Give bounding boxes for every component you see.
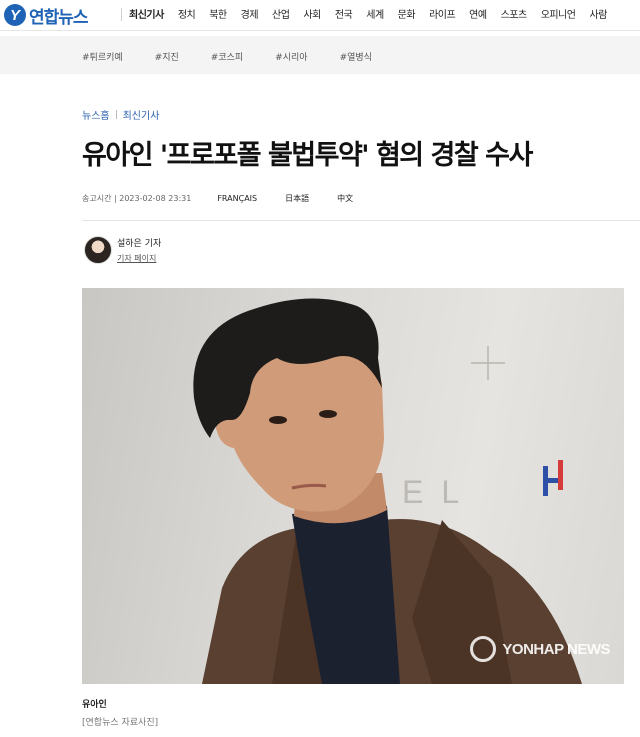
yonhap-watermark-icon [470,636,497,662]
author-avatar[interactable] [84,236,112,264]
watermark-text: YONHAP NEWS [502,640,610,658]
portrait-illustration: EL [193,298,582,684]
sparkle-icon [471,346,505,380]
article-photo: EL YONHAP NEWS [82,288,624,684]
sent-time: 2023-02-08 23:31 [119,194,192,203]
breadcrumb-latest[interactable]: 최신기사 [123,107,160,122]
menu-item-life[interactable]: 라이프 [429,6,456,21]
backdrop-logo-icon [543,460,563,496]
menu-item-economy[interactable]: 경제 [241,6,259,21]
hashtag-link[interactable]: #지진 [155,50,179,63]
author-block: 설하은 기자 기자 페이지 [84,236,161,264]
logo-text: 연합뉴스 [29,7,89,28]
menu-item-north-korea[interactable]: 북한 [209,6,227,21]
main-menu: 최신기사 정치 북한 경제 산업 사회 전국 세계 문화 라이프 연예 스포츠 … [129,6,621,21]
menu-item-industry[interactable]: 산업 [272,6,290,21]
meta-divider: | [111,194,120,203]
sent-label: 송고시간 [82,194,112,203]
hashtag-link[interactable]: #튀르키예 [82,50,123,63]
lang-chinese-link[interactable]: 中文 [337,193,353,204]
author-page-link[interactable]: 기자 페이지 [117,253,161,264]
menu-item-entertainment[interactable]: 연예 [469,6,487,21]
breadcrumb-news-home[interactable]: 뉴스홈 [82,107,110,122]
photo-caption: 유아인 [82,700,107,710]
menu-item-culture[interactable]: 문화 [398,6,416,21]
article-meta: 송고시간 | 2023-02-08 23:31 FRANÇAIS 日本語 中文 [82,193,353,204]
hashtag-link[interactable]: #열병식 [340,50,372,63]
menu-item-sports[interactable]: 스포츠 [501,6,528,21]
menu-item-opinion[interactable]: 오피니언 [541,6,576,21]
yonhap-logo[interactable]: Y 연합뉴스 [4,4,89,28]
menu-item-people[interactable]: 사람 [590,6,608,21]
menu-item-national[interactable]: 전국 [335,6,353,21]
menu-item-society[interactable]: 사회 [303,6,321,21]
hashtag-link[interactable]: #코스피 [211,50,243,63]
nav-divider [121,8,122,21]
photo-credit: [연합뉴스 자료사진] [82,718,159,728]
lang-japanese-link[interactable]: 日本語 [285,193,309,204]
menu-item-world[interactable]: 세계 [366,6,384,21]
menu-item-latest[interactable]: 최신기사 [129,6,164,21]
breadcrumb-divider [115,110,117,119]
article-headline: 유아인 '프로포폴 불법투약' 혐의 경찰 수사 [82,140,533,171]
hashtag-link[interactable]: #시리아 [275,50,307,63]
logo-mark-icon: Y [4,4,26,26]
hashtag-bar: #튀르키예 #지진 #코스피 #시리아 #열병식 [0,36,640,74]
meta-divider-line [82,220,640,221]
menu-item-politics[interactable]: 정치 [178,6,196,21]
top-nav: Y 연합뉴스 최신기사 정치 북한 경제 산업 사회 전국 세계 문화 라이프 … [0,0,640,31]
yonhap-watermark: YONHAP NEWS [470,636,610,662]
backdrop-letters: EL [402,474,477,510]
lang-french-link[interactable]: FRANÇAIS [217,194,257,203]
breadcrumb: 뉴스홈 최신기사 [82,107,159,122]
author-name: 설하은 기자 [117,239,162,249]
